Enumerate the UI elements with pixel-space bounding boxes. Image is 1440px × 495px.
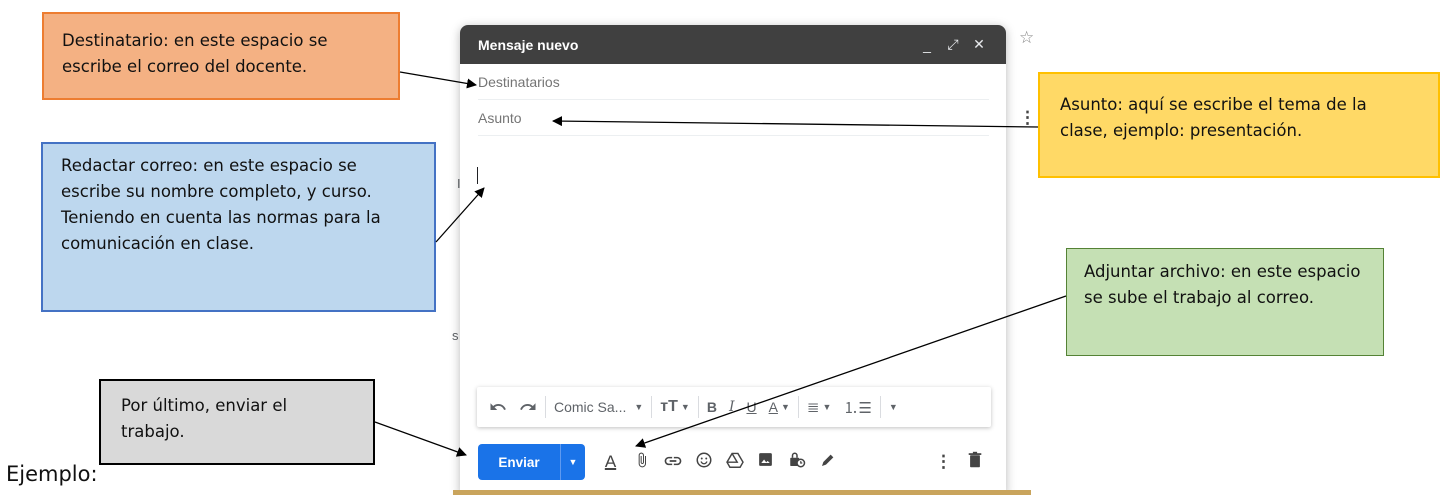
arrow-adjuntar xyxy=(635,295,1067,448)
arrow-destinatario xyxy=(399,71,477,89)
annotation-arrows xyxy=(374,71,1067,457)
arrow-asunto xyxy=(552,116,1039,128)
arrow-ultimo xyxy=(374,421,467,457)
arrow-redactar xyxy=(435,187,485,243)
